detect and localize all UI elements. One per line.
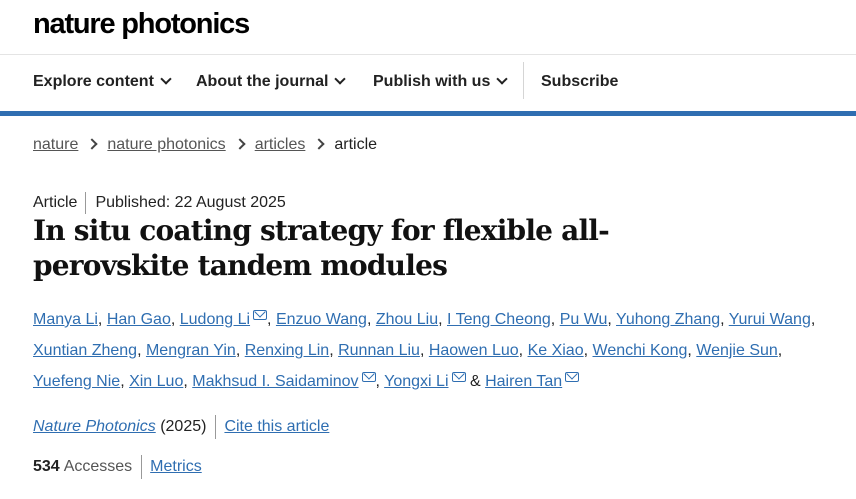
author-link[interactable]: Enzuo Wang [276, 311, 367, 328]
nav-about-label: About the journal [196, 73, 329, 90]
main-nav: Explore content About the journal Publis… [0, 55, 856, 116]
article-title: In situ coating strategy for flexible al… [33, 214, 610, 282]
author-link[interactable]: Han Gao [107, 311, 171, 328]
author-link[interactable]: Manya Li [33, 311, 98, 328]
metrics-divider [141, 455, 143, 479]
chevron-down-icon [334, 73, 347, 85]
meta-divider [85, 192, 87, 214]
author-link[interactable]: Yuefeng Nie [33, 373, 120, 390]
article-meta: Article Published: 22 August 2025 [33, 192, 286, 214]
breadcrumb-current: article [334, 136, 378, 153]
article-type: Article [33, 194, 78, 212]
author-link[interactable]: Runnan Liu [338, 342, 420, 359]
publication-year: (2025) [160, 418, 207, 436]
author-link[interactable]: Yongxi Li [384, 373, 448, 390]
nav-publish-label: Publish with us [373, 73, 491, 90]
author-link[interactable]: Mengran Yin [146, 342, 236, 359]
journal-logo[interactable]: nature photonics [33, 8, 250, 41]
author-link[interactable]: Wenjie Sun [696, 342, 778, 359]
chevron-right-icon [313, 138, 326, 150]
accesses-label: Accesses [63, 458, 133, 476]
email-icon[interactable] [253, 310, 268, 320]
breadcrumb-articles[interactable]: articles [255, 136, 306, 153]
breadcrumb: nature nature photonics articles article [33, 136, 377, 154]
author-link[interactable]: Ke Xiao [528, 342, 584, 359]
chevron-down-icon [160, 73, 172, 85]
author-link[interactable]: Pu Wu [560, 311, 608, 328]
site-header: nature photonics [0, 0, 856, 55]
cite-article-link[interactable]: Cite this article [224, 418, 329, 435]
nav-publish-with-us[interactable]: Publish with us [373, 73, 509, 91]
article-metrics: 534 Accesses Metrics [33, 455, 202, 479]
author-link[interactable]: Xuntian Zheng [33, 342, 137, 359]
chevron-down-icon [496, 73, 509, 85]
nav-explore-label: Explore content [33, 73, 154, 90]
citation-line: Nature Photonics (2025) Cite this article [33, 415, 329, 439]
author-link[interactable]: Zhou Liu [376, 311, 438, 328]
author-link[interactable]: Makhsud I. Saidaminov [192, 373, 358, 390]
author-list: Manya Li, Han Gao, Ludong Li, Enzuo Wang… [33, 310, 816, 390]
nav-divider [523, 62, 524, 99]
author-link[interactable]: Renxing Lin [245, 342, 330, 359]
published-date: Published: 22 August 2025 [95, 194, 286, 212]
author-link[interactable]: Hairen Tan [485, 373, 562, 390]
author-link[interactable]: Haowen Luo [429, 342, 519, 359]
author-link[interactable]: Ludong Li [180, 311, 250, 328]
metrics-link[interactable]: Metrics [150, 458, 202, 475]
author-link[interactable]: I Teng Cheong [447, 311, 551, 328]
chevron-right-icon [86, 138, 99, 150]
breadcrumb-nature[interactable]: nature [33, 136, 78, 153]
chevron-right-icon [234, 138, 246, 150]
citation-divider [215, 415, 217, 439]
nav-explore-content[interactable]: Explore content [33, 73, 172, 91]
subscribe-link[interactable]: Subscribe [541, 73, 618, 91]
nav-about-journal[interactable]: About the journal [196, 73, 347, 91]
breadcrumb-nature-photonics[interactable]: nature photonics [107, 136, 225, 153]
email-icon[interactable] [451, 372, 466, 382]
author-link[interactable]: Xin Luo [129, 373, 183, 390]
author-link[interactable]: Wenchi Kong [593, 342, 688, 359]
email-icon[interactable] [361, 372, 376, 382]
author-link[interactable]: Yurui Wang [729, 311, 811, 328]
accesses-count: 534 [33, 458, 60, 476]
journal-link[interactable]: Nature Photonics [33, 418, 156, 435]
ampersand: & [469, 373, 481, 390]
author-link[interactable]: Yuhong Zhang [616, 311, 720, 328]
email-icon[interactable] [565, 372, 580, 382]
